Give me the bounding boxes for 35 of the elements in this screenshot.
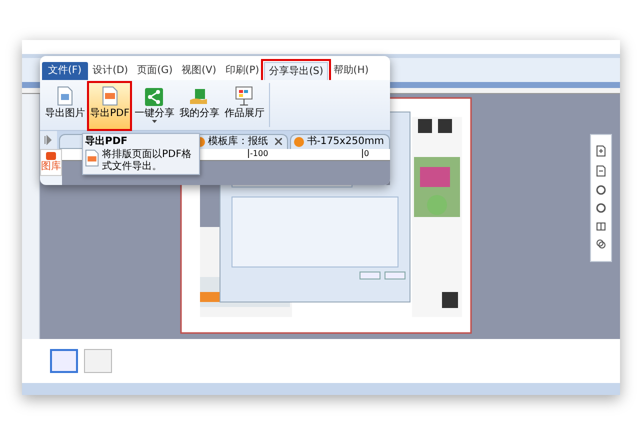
page-thumbnail[interactable] — [50, 349, 78, 373]
ribbon-tab[interactable]: 视图(V) — [178, 62, 220, 80]
pdf-file-icon — [85, 149, 99, 167]
tab-label: 书-175x250mm — [306, 134, 384, 150]
ribbon-tab[interactable]: 帮助(H) — [329, 62, 373, 80]
expand-button[interactable] — [40, 130, 57, 149]
presentation-board-icon — [235, 86, 254, 106]
page-add-icon[interactable] — [596, 145, 606, 157]
file-menu-button[interactable]: 文件(F) — [42, 62, 88, 80]
image-file-icon — [57, 86, 73, 106]
book-icon[interactable] — [596, 221, 606, 231]
toolbar-button[interactable]: 导出PDF — [89, 82, 130, 129]
ribbon-tab[interactable]: 印刷(P) — [221, 62, 264, 80]
ruler-label: 0 — [362, 148, 370, 158]
hand-card-icon — [189, 88, 210, 106]
ribbon-tab[interactable]: 设计(D) — [88, 62, 132, 80]
ribbon-tab[interactable]: 页面(G) — [133, 62, 177, 80]
logo-icon — [294, 136, 304, 147]
toolbar-button[interactable]: 作品展厅 — [223, 82, 266, 129]
tooltip-title: 导出PDF — [85, 136, 128, 148]
toolbar-button[interactable]: 导出图片 — [44, 82, 86, 129]
page-thumbnail[interactable] — [84, 349, 112, 373]
ruler-label: -100 — [248, 148, 268, 158]
toolbar-button[interactable]: 我的分享 — [178, 82, 220, 129]
close-icon[interactable] — [274, 138, 282, 146]
toolbar-button[interactable]: 一键分享 — [133, 82, 176, 129]
tab-label: 模板库：报纸 — [208, 134, 268, 150]
page-remove-icon[interactable] — [596, 165, 606, 177]
tooltip-text: 将排版页面以PDF格式文件导出。 — [102, 149, 192, 173]
document-tab[interactable]: 书-175x250mm — [290, 134, 390, 149]
gallery-icon — [45, 150, 57, 161]
expand-icon — [44, 134, 52, 145]
gallery-button[interactable]: 图库 — [40, 148, 62, 176]
pdf-file-icon — [102, 86, 118, 106]
ribbon-tab[interactable]: 分享导出(S) — [264, 62, 328, 80]
